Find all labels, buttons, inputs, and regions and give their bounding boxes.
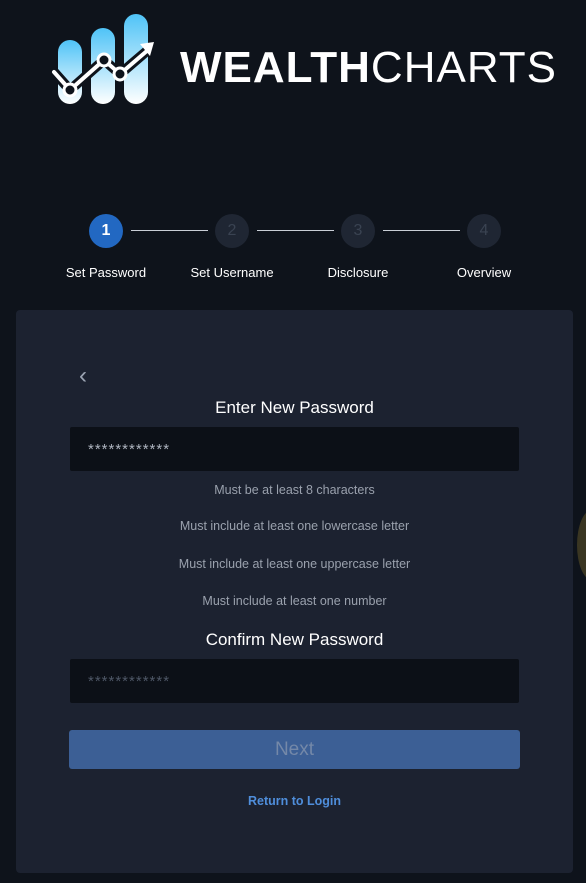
bar-chart-trend-icon <box>50 14 154 104</box>
step-4-indicator: 4 <box>467 214 501 248</box>
step-2-label: Set Username <box>190 265 274 280</box>
brand-wordmark-light: CHARTS <box>370 43 558 92</box>
edge-decoration <box>577 510 586 580</box>
step-connector <box>383 230 460 231</box>
new-password-heading: Enter New Password <box>215 398 374 417</box>
page: WEALTHCHARTS 1 2 3 4 Set Password Set Us… <box>0 0 586 883</box>
password-rule-lowercase: Must include at least one lowercase lett… <box>179 519 410 533</box>
return-to-login-link[interactable]: Return to Login <box>16 794 573 808</box>
progress-stepper: 1 2 3 4 Set Password Set Username Disclo… <box>0 212 586 292</box>
step-connector <box>257 230 334 231</box>
step-3-label: Disclosure <box>327 265 389 280</box>
password-rule-number: Must include at least one number <box>202 594 387 608</box>
step-1-label: Set Password <box>65 265 147 280</box>
confirm-password-input[interactable] <box>70 659 519 703</box>
new-password-input[interactable] <box>70 427 519 471</box>
back-button[interactable]: ‹ <box>72 363 94 389</box>
password-rule-length: Must be at least 8 characters <box>214 483 375 497</box>
chevron-left-icon: ‹ <box>79 362 87 389</box>
confirm-password-heading: Confirm New Password <box>205 630 384 649</box>
set-password-card: ‹ Enter New Password Must be at least 8 … <box>16 310 573 873</box>
brand-wordmark: WEALTHCHARTS <box>180 44 557 92</box>
step-1-indicator: 1 <box>89 214 123 248</box>
brand-header: WEALTHCHARTS <box>50 12 560 108</box>
step-2-indicator: 2 <box>215 214 249 248</box>
password-rule-uppercase: Must include at least one uppercase lett… <box>178 557 411 571</box>
step-connector <box>131 230 208 231</box>
brand-wordmark-bold: WEALTH <box>180 43 371 92</box>
step-3-indicator: 3 <box>341 214 375 248</box>
step-4-label: Overview <box>456 265 512 280</box>
next-button[interactable]: Next <box>69 730 520 769</box>
